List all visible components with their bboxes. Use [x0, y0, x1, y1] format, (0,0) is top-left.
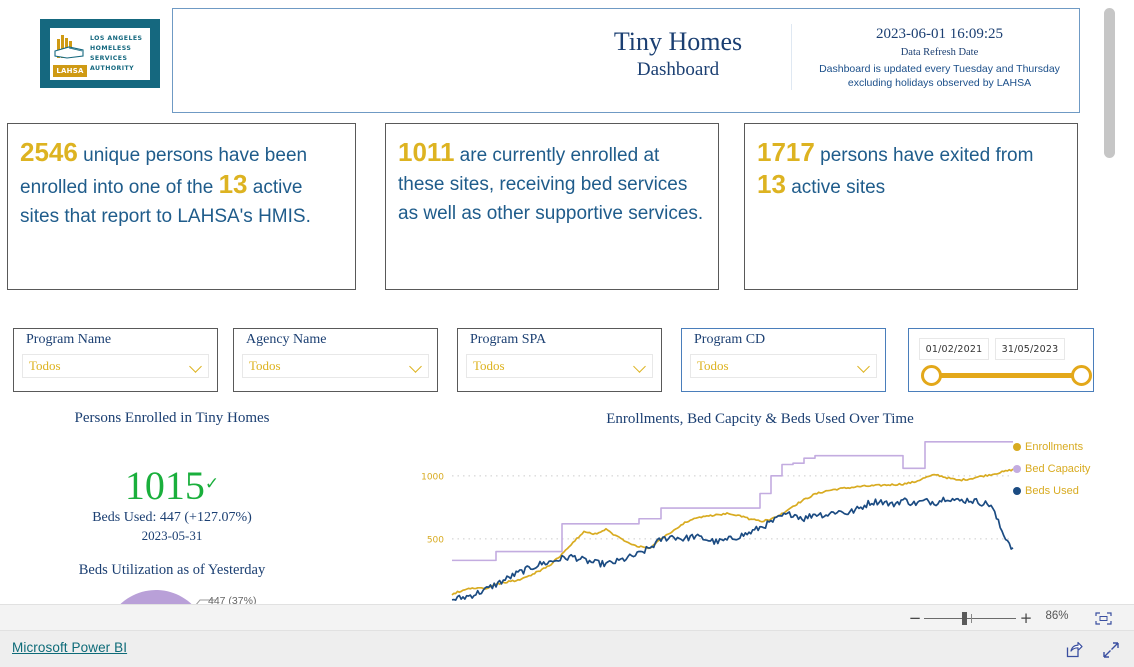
power-bi-report-window: LAHSA LOS ANGELES HOMELESS SERVICES AUTH… — [0, 0, 1134, 667]
chevron-down-icon — [410, 360, 422, 372]
logo-line-3: SERVICES — [90, 54, 128, 62]
program-name-slicer[interactable]: Program Name Todos — [13, 328, 218, 392]
chevron-down-icon — [190, 360, 202, 372]
program-cd-dropdown[interactable]: Todos — [690, 354, 877, 378]
logo-line-2: HOMELESS — [90, 44, 132, 52]
dashboard-header-panel: Tiny Homes Dashboard 2023-06-01 16:09:25… — [172, 8, 1080, 113]
legend-item-enrollments[interactable]: Enrollments — [1013, 436, 1118, 458]
legend-label: Enrollments — [1025, 441, 1084, 453]
kpi-metric-number: 13 — [218, 169, 248, 199]
date-to-input[interactable]: 31/05/2023 — [995, 338, 1065, 360]
kpi-metric-text: active sites — [785, 177, 886, 198]
lahsa-hand-buildings-icon: LAHSA — [53, 31, 87, 77]
data-refresh-label: Data Refresh Date — [900, 47, 979, 58]
slicer-label: Agency Name — [246, 332, 327, 347]
kpi-metric-number: 1717 — [757, 137, 815, 167]
zoom-in-button[interactable]: + — [1019, 609, 1033, 628]
fit-to-page-icon[interactable] — [1095, 612, 1112, 625]
chevron-down-icon — [858, 360, 870, 372]
lahsa-logo-inner: LAHSA LOS ANGELES HOMELESS SERVICES AUTH… — [50, 27, 150, 80]
zoom-slider-track[interactable] — [924, 618, 1016, 619]
chart-line-beds-used — [451, 496, 1014, 601]
beds-utilization-title: Beds Utilization as of Yesterday — [78, 562, 266, 578]
kpi-trend-check-icon: ✓ — [204, 474, 220, 493]
donut-slice-beds-available — [120, 590, 192, 604]
slicer-label: Program Name — [26, 332, 112, 347]
lahsa-logo: LAHSA LOS ANGELES HOMELESS SERVICES AUTH… — [40, 19, 160, 88]
kpi-number: 1015 — [124, 463, 205, 508]
legend-item-bed-capacity[interactable]: Bed Capacity — [1013, 458, 1118, 480]
kpi-card-text: 1011 are currently enrolled at these sit… — [398, 138, 706, 228]
legend-label: Bed Capacity — [1025, 463, 1091, 475]
date-slider-track[interactable] — [931, 373, 1080, 378]
date-slider-handle-left[interactable] — [921, 365, 942, 386]
currently-enrolled-card: 1011 are currently enrolled at these sit… — [385, 123, 719, 290]
zoom-out-button[interactable]: − — [908, 609, 922, 628]
kpi-goal-text: Beds Used: 447 (+127.07%) — [92, 510, 252, 525]
program-cd-slicer[interactable]: Program CD Todos — [681, 328, 886, 392]
page-title: Tiny Homes — [613, 27, 743, 56]
refresh-note-line-2: excluding holidays observed by LAHSA — [847, 77, 1032, 89]
slicer-value: Todos — [249, 358, 281, 373]
chevron-down-icon — [634, 360, 646, 372]
persons-enrolled-kpi-value: 1015✓ — [22, 462, 322, 508]
kpi-metric-text: persons have exited from — [814, 145, 1034, 166]
program-name-dropdown[interactable]: Todos — [22, 354, 209, 378]
slicer-value: Todos — [29, 358, 61, 373]
slicer-value: Todos — [473, 358, 505, 373]
kpi-card-text: 1717 persons have exited from 13 active … — [757, 138, 1065, 202]
page-subtitle: Dashboard — [636, 59, 720, 80]
chart-y-tick-label: 1000 — [421, 472, 444, 482]
date-slider-handle-right[interactable] — [1071, 365, 1092, 386]
zoom-slider-thumb[interactable] — [962, 612, 967, 625]
date-from-input[interactable]: 01/02/2021 — [919, 338, 989, 360]
agency-name-dropdown[interactable]: Todos — [242, 354, 429, 378]
zoom-slider-tick — [971, 614, 972, 623]
legend-marker-beds-used — [1013, 487, 1021, 495]
program-spa-dropdown[interactable]: Todos — [466, 354, 653, 378]
lahsa-logo-wordmark: LOS ANGELES HOMELESS SERVICES AUTHORITY — [90, 34, 142, 74]
share-icon[interactable] — [1065, 641, 1083, 659]
scrollbar-thumb[interactable] — [1104, 8, 1115, 158]
chart-y-tick-label: 500 — [427, 535, 444, 545]
agency-name-slicer[interactable]: Agency Name Todos — [233, 328, 438, 392]
line-chart-title: Enrollments, Bed Capcity & Beds Used Ove… — [606, 411, 914, 427]
program-spa-slicer[interactable]: Program SPA Todos — [457, 328, 662, 392]
logo-line-1: LOS ANGELES — [90, 34, 143, 42]
line-chart-legend: Enrollments Bed Capacity Beds Used — [1013, 436, 1118, 502]
slicer-value: Todos — [697, 358, 729, 373]
kpi-metric-number: 1011 — [398, 137, 455, 167]
kpi-card-text: 2546 unique persons have been enrolled i… — [20, 138, 343, 231]
legend-marker-bed-capacity — [1013, 465, 1021, 473]
legend-label: Beds Used — [1025, 485, 1079, 497]
zoom-status-bar: − + 86% — [0, 604, 1134, 631]
date-range-slicer[interactable]: 01/02/2021 31/05/2023 — [908, 328, 1094, 392]
refresh-note-line-1: Dashboard is updated every Tuesday and T… — [819, 63, 1060, 75]
report-vertical-scrollbar[interactable] — [1104, 4, 1115, 600]
kpi-metric-number: 2546 — [20, 137, 78, 167]
legend-marker-enrollments — [1013, 443, 1021, 451]
chart-line-enrollments — [451, 468, 1014, 596]
exited-persons-card: 1717 persons have exited from 13 active … — [744, 123, 1078, 290]
slicer-label: Program SPA — [470, 332, 547, 347]
report-canvas: LAHSA LOS ANGELES HOMELESS SERVICES AUTH… — [0, 0, 1118, 604]
logo-line-4: AUTHORITY — [90, 64, 135, 72]
microsoft-power-bi-link[interactable]: Microsoft Power BI — [12, 640, 127, 655]
kpi-metric-number: 13 — [757, 169, 786, 199]
fullscreen-icon[interactable] — [1102, 641, 1120, 659]
report-footer: Microsoft Power BI — [0, 631, 1134, 667]
zoom-level-label: 86% — [1045, 610, 1069, 622]
slicer-label: Program CD — [694, 332, 766, 347]
persons-enrolled-visual-title: Persons Enrolled in Tiny Homes — [74, 410, 270, 426]
donut-callout-label: 447 (37%) — [208, 595, 257, 604]
data-refresh-timestamp: 2023-06-01 16:09:25 — [875, 26, 1004, 42]
enrollments-line-chart[interactable]: 500 1000 — [405, 432, 1025, 604]
enrolled-persons-card: 2546 unique persons have been enrolled i… — [7, 123, 356, 290]
legend-item-beds-used[interactable]: Beds Used — [1013, 480, 1118, 502]
data-refresh-panel: 2023-06-01 16:09:25 Data Refresh Date Da… — [791, 24, 1081, 90]
lahsa-badge-label: LAHSA — [53, 64, 87, 77]
kpi-goal-date: 2023-05-31 — [141, 528, 203, 543]
